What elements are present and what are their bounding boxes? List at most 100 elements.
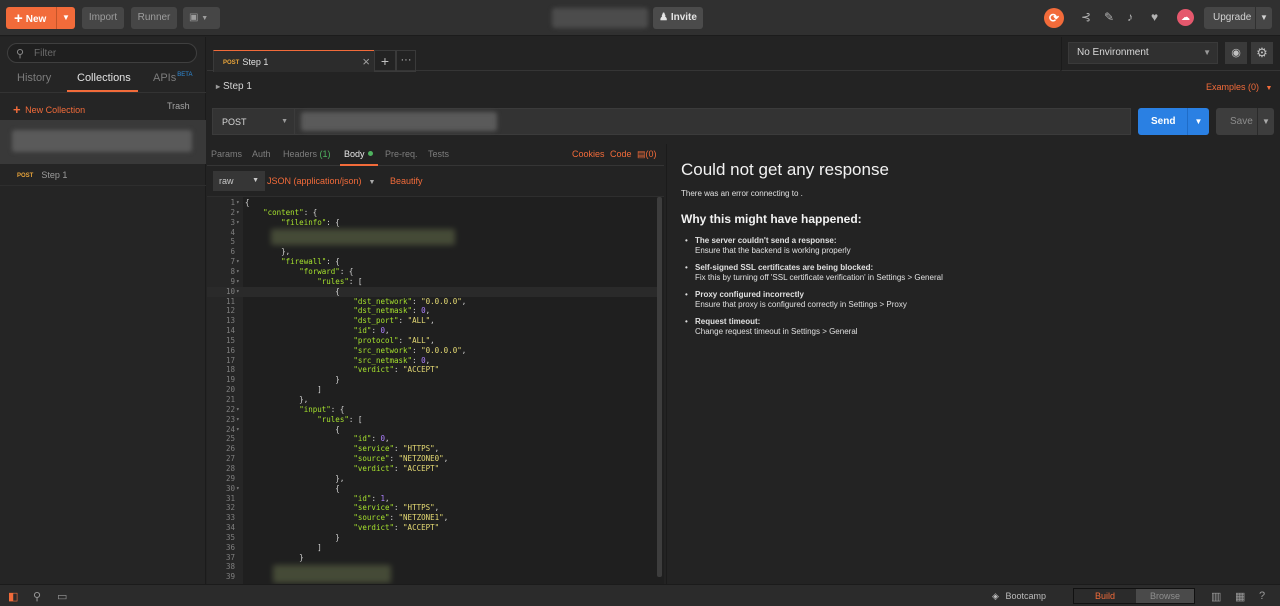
code-line[interactable]: 36 ] (207, 543, 658, 553)
keyboard-icon[interactable]: ▦ (1235, 590, 1245, 603)
fold-chevron-icon[interactable]: ▾ (236, 287, 240, 297)
code-line[interactable]: 11 "dst_network": "0.0.0.0", (207, 297, 658, 307)
code-line[interactable]: 22 ▾ "input": { (207, 405, 658, 415)
two-pane-icon[interactable]: ▥ (1211, 590, 1221, 603)
environment-select[interactable]: No Environment ▼ (1068, 42, 1218, 64)
send-button[interactable]: Send ▼ (1138, 108, 1209, 135)
fold-chevron-icon[interactable]: ▾ (236, 415, 240, 425)
code-line[interactable]: 12 "dst_netmask": 0, (207, 306, 658, 316)
tab-body[interactable]: Body (344, 149, 373, 159)
code-line[interactable]: 32 "service": "HTTPS", (207, 503, 658, 513)
fold-chevron-icon[interactable]: ▾ (236, 208, 240, 218)
sidebar-toggle-icon[interactable]: ◧ (8, 590, 18, 603)
sync-icon[interactable]: ⟳ (1044, 8, 1064, 28)
comments-link[interactable]: ▤(0) (637, 149, 657, 160)
fold-chevron-icon[interactable]: ▾ (236, 257, 240, 267)
code-line[interactable]: 35 } (207, 533, 658, 543)
gear-icon[interactable]: ⚙ (1251, 42, 1273, 64)
code-line[interactable]: 27 "source": "NETZONE0", (207, 454, 658, 464)
tab-headers[interactable]: Headers (1) (283, 149, 331, 159)
url-input[interactable] (294, 108, 1131, 135)
heart-icon[interactable]: ♥ (1151, 11, 1158, 24)
console-icon[interactable]: ▭ (57, 590, 67, 603)
chevron-down-icon[interactable]: ▼ (1257, 108, 1274, 135)
import-button[interactable]: Import (82, 7, 124, 29)
help-icon[interactable]: ? (1259, 590, 1265, 602)
tab-tests[interactable]: Tests (428, 149, 449, 159)
wrench-icon[interactable]: ✎ (1104, 11, 1114, 24)
build-button[interactable]: Build (1074, 589, 1136, 603)
code-line[interactable]: 34 "verdict": "ACCEPT" (207, 523, 658, 533)
tab-prereq[interactable]: Pre-req. (385, 149, 418, 159)
upgrade-button[interactable]: Upgrade ▼ (1204, 7, 1272, 29)
tab-params[interactable]: Params (211, 149, 242, 159)
code-line[interactable]: 2 ▾ "content": { (207, 208, 658, 218)
code-line[interactable]: 26 "service": "HTTPS", (207, 444, 658, 454)
avatar[interactable]: ☁ (1177, 9, 1194, 26)
cookies-link[interactable]: Cookies (572, 149, 605, 159)
code-line[interactable]: 29 }, (207, 474, 658, 484)
trash-button[interactable]: Trash (167, 101, 190, 111)
runner-button[interactable]: Runner (131, 7, 177, 29)
code-editor[interactable]: 1 ▾{2 ▾ "content": {3 ▾ "fileinfo": {4 5 6 },… (207, 196, 664, 584)
code-line[interactable]: 9 ▾ "rules": [ (207, 277, 658, 287)
chevron-down-icon[interactable]: ▼ (56, 7, 75, 29)
code-line[interactable]: 6 }, (207, 247, 658, 257)
code-line[interactable]: 28 "verdict": "ACCEPT" (207, 464, 658, 474)
code-line[interactable]: 14 "id": 0, (207, 326, 658, 336)
code-line[interactable]: 16 "src_network": "0.0.0.0", (207, 346, 658, 356)
bootcamp-button[interactable]: ◈ Bootcamp (992, 591, 1046, 602)
code-line[interactable]: 3 ▾ "fileinfo": { (207, 218, 658, 228)
more-tabs-button[interactable]: ··· (396, 50, 416, 72)
new-button[interactable]: + New ▼ (6, 7, 75, 29)
fold-chevron-icon[interactable]: ▾ (236, 405, 240, 415)
new-collection-button[interactable]: + New Collection (13, 101, 85, 117)
code-line[interactable]: 8 ▾ "forward": { (207, 267, 658, 277)
fold-chevron-icon[interactable]: ▾ (236, 198, 240, 208)
code-link[interactable]: Code (610, 149, 632, 159)
fold-chevron-icon[interactable]: ▾ (236, 277, 240, 287)
eye-icon[interactable]: ◉ (1225, 42, 1247, 64)
beautify-button[interactable]: Beautify (390, 176, 423, 186)
code-line[interactable]: 33 "source": "NETZONE1", (207, 513, 658, 523)
collection-item-selected[interactable] (0, 120, 206, 164)
code-line[interactable]: 21 }, (207, 395, 658, 405)
satellite-icon[interactable]: ⊰ (1081, 11, 1091, 24)
code-line[interactable]: 30 ▾ { (207, 484, 658, 494)
tab-collections[interactable]: Collections (77, 72, 131, 84)
code-line[interactable]: 13 "dst_port": "ALL", (207, 316, 658, 326)
close-icon[interactable]: × (362, 54, 370, 69)
code-line[interactable]: 23 ▾ "rules": [ (207, 415, 658, 425)
code-line[interactable]: 19 } (207, 375, 658, 385)
fold-chevron-icon[interactable]: ▾ (236, 425, 240, 435)
request-tab[interactable]: POST Step 1 × (213, 50, 375, 72)
filter-input[interactable]: ⚲ Filter (7, 43, 197, 63)
code-line[interactable]: 24 ▾ { (207, 425, 658, 435)
body-type-select[interactable]: JSON (application/json) ▼ (267, 176, 375, 186)
code-line[interactable]: 15 "protocol": "ALL", (207, 336, 658, 346)
code-line[interactable]: 18 "verdict": "ACCEPT" (207, 365, 658, 375)
code-line[interactable]: 25 "id": 0, (207, 434, 658, 444)
add-tab-button[interactable]: + (374, 50, 396, 72)
invite-button[interactable]: ♟ Invite (653, 7, 703, 29)
tab-history[interactable]: History (17, 72, 51, 84)
tab-auth[interactable]: Auth (252, 149, 271, 159)
tab-apis[interactable]: APIsBETA (153, 72, 192, 84)
save-button[interactable]: Save ▼ (1216, 108, 1274, 135)
fold-chevron-icon[interactable]: ▾ (236, 218, 240, 228)
method-select[interactable]: POST ▼ (212, 108, 294, 135)
fold-chevron-icon[interactable]: ▾ (236, 267, 240, 277)
code-line[interactable]: 17 "src_netmask": 0, (207, 356, 658, 366)
browse-button[interactable]: Browse (1136, 589, 1194, 603)
code-line[interactable]: 37 } (207, 553, 658, 563)
chevron-down-icon[interactable]: ▼ (1255, 7, 1272, 29)
body-mode-select[interactable]: raw ▼ (213, 171, 265, 191)
chevron-down-icon[interactable]: ▼ (1187, 108, 1209, 135)
code-line[interactable]: 1 ▾ { (207, 198, 658, 208)
bell-icon[interactable]: ♪ (1127, 11, 1133, 24)
new-window-button[interactable]: ▣ ▼ (183, 7, 220, 29)
code-line[interactable]: 20 ] (207, 385, 658, 395)
code-line[interactable]: 10 ▾ { (207, 286, 658, 297)
sidebar-request-item[interactable]: POST Step 1 (17, 170, 67, 180)
code-line[interactable]: 7 ▾ "firewall": { (207, 257, 658, 267)
